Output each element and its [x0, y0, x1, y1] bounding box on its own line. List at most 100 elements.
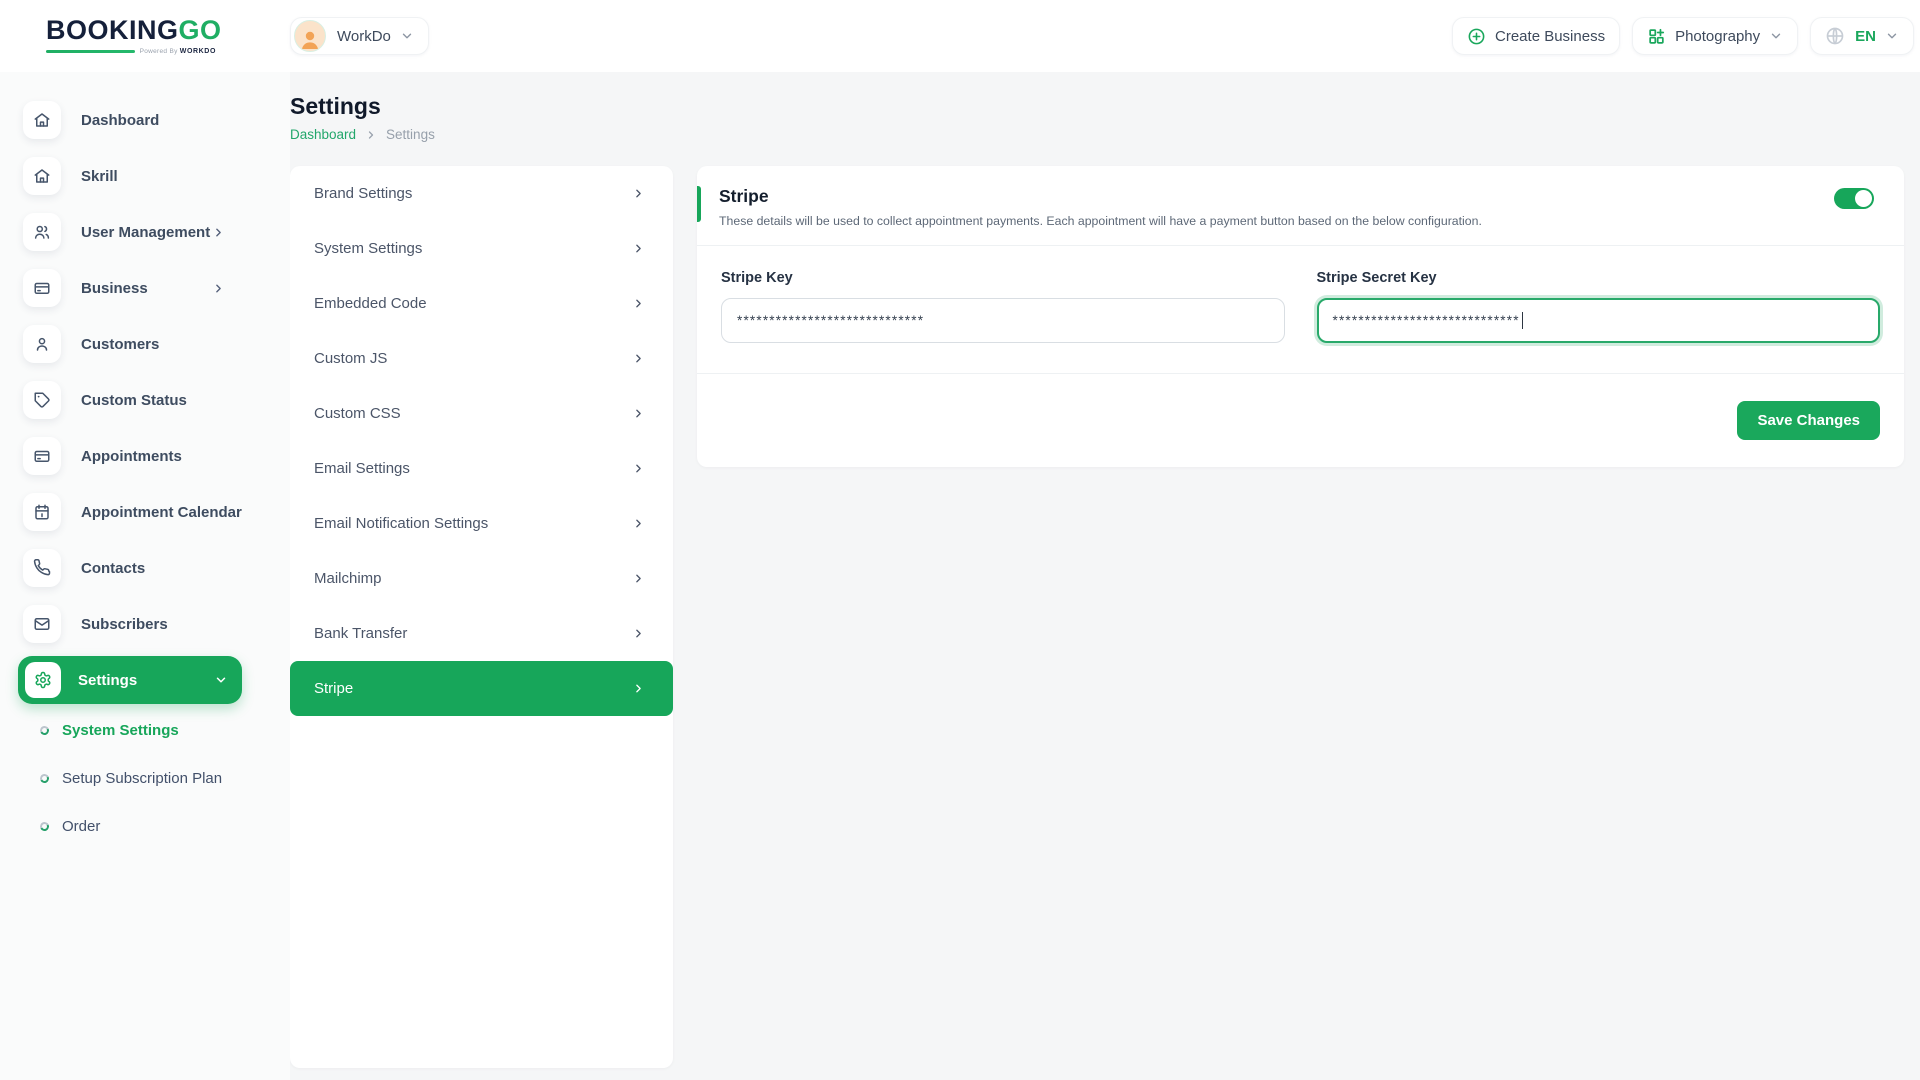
workspace-switcher[interactable]: WorkDo: [290, 17, 429, 55]
settings-menu-item-email-settings[interactable]: Email Settings: [290, 441, 673, 496]
stripe-secret-key-label: Stripe Secret Key: [1317, 270, 1881, 286]
globe-icon: [1825, 26, 1845, 46]
stripe-key-field: Stripe Key *****************************: [721, 270, 1285, 343]
tag-icon: [23, 381, 61, 419]
logo-booking: BOOKING: [46, 15, 179, 45]
app-logo[interactable]: BOOKINGGO Powered By WORKDO: [0, 17, 290, 55]
main-content: Settings Dashboard Settings Brand Settin…: [290, 72, 1920, 1080]
category-grid-icon: [1647, 27, 1666, 46]
sidebar-subitem-setup-subscription-plan[interactable]: Setup Subscription Plan: [0, 754, 290, 802]
home-icon: [23, 157, 61, 195]
accent-bar: [697, 186, 701, 222]
save-changes-button[interactable]: Save Changes: [1737, 401, 1880, 440]
stripe-panel-header: Stripe These details will be used to col…: [697, 166, 1904, 246]
chevron-right-icon: [632, 572, 645, 585]
avatar: [294, 20, 326, 52]
users-icon: [23, 213, 61, 251]
business-selector[interactable]: Photography: [1632, 17, 1798, 55]
settings-menu-item-system-settings[interactable]: System Settings: [290, 221, 673, 276]
language-label: EN: [1855, 28, 1876, 45]
sidebar-item-settings[interactable]: Settings: [18, 656, 242, 704]
sidebar-item-appointment-calendar[interactable]: Appointment Calendar: [0, 484, 290, 540]
sidebar-item-user-management[interactable]: User Management: [0, 204, 290, 260]
sidebar-item-subscribers[interactable]: Subscribers: [0, 596, 290, 652]
bullet-icon: [39, 820, 51, 832]
credit-card-icon: [23, 269, 61, 307]
sidebar-item-dashboard[interactable]: Dashboard: [0, 92, 290, 148]
toggle-knob: [1855, 190, 1872, 207]
sidebar-item-contacts[interactable]: Contacts: [0, 540, 290, 596]
settings-menu-item-brand-settings[interactable]: Brand Settings: [290, 166, 673, 221]
person-icon: [297, 27, 323, 51]
create-business-button[interactable]: Create Business: [1452, 17, 1620, 55]
sidebar-subitem-system-settings[interactable]: System Settings: [0, 706, 290, 754]
chevron-down-icon: [214, 673, 228, 687]
settings-menu-item-mailchimp[interactable]: Mailchimp: [290, 551, 673, 606]
settings-menu-item-email-notification-settings[interactable]: Email Notification Settings: [290, 496, 673, 551]
chevron-right-icon: [632, 462, 645, 475]
settings-menu-item-bank-transfer[interactable]: Bank Transfer: [290, 606, 673, 661]
settings-menu-item-custom-css[interactable]: Custom CSS: [290, 386, 673, 441]
chevron-right-icon: [365, 129, 377, 141]
breadcrumb: Dashboard Settings: [290, 127, 1904, 142]
home-icon: [23, 101, 61, 139]
stripe-panel-description: These details will be used to collect ap…: [719, 214, 1880, 228]
credit-card-icon: [23, 437, 61, 475]
business-selector-label: Photography: [1675, 28, 1760, 45]
logo-text: BOOKINGGO: [46, 17, 290, 44]
chevron-right-icon: [632, 242, 645, 255]
language-selector[interactable]: EN: [1810, 17, 1914, 55]
gear-icon: [25, 662, 61, 698]
settings-menu: Brand Settings System Settings Embedded …: [290, 166, 673, 1068]
chevron-right-icon: [632, 407, 645, 420]
sidebar-item-custom-status[interactable]: Custom Status: [0, 372, 290, 428]
workdo-brand-text: WORKDO: [180, 48, 216, 55]
stripe-panel-footer: Save Changes: [697, 373, 1904, 467]
chevron-right-icon: [212, 282, 225, 295]
chevron-right-icon: [632, 627, 645, 640]
sidebar: Dashboard Skrill User Management Busines…: [0, 72, 290, 1080]
bullet-icon: [39, 772, 51, 784]
mail-icon: [23, 605, 61, 643]
logo-go: GO: [179, 15, 222, 45]
user-icon: [23, 325, 61, 363]
settings-menu-item-stripe[interactable]: Stripe: [290, 661, 673, 716]
plus-circle-icon: [1467, 27, 1486, 46]
sidebar-item-appointments[interactable]: Appointments: [0, 428, 290, 484]
settings-menu-item-embedded-code[interactable]: Embedded Code: [290, 276, 673, 331]
stripe-panel-title: Stripe: [719, 186, 1880, 207]
chevron-down-icon: [1769, 29, 1783, 43]
chevron-down-icon: [1885, 29, 1899, 43]
settings-menu-item-custom-js[interactable]: Custom JS: [290, 331, 673, 386]
stripe-secret-key-field: Stripe Secret Key **********************…: [1317, 270, 1881, 343]
text-caret: [1522, 312, 1524, 329]
chevron-right-icon: [632, 682, 645, 695]
bullet-icon: [39, 724, 51, 736]
breadcrumb-dashboard-link[interactable]: Dashboard: [290, 127, 356, 142]
sidebar-item-skrill[interactable]: Skrill: [0, 148, 290, 204]
phone-icon: [23, 549, 61, 587]
stripe-key-label: Stripe Key: [721, 270, 1285, 286]
chevron-right-icon: [632, 352, 645, 365]
top-header: BOOKINGGO Powered By WORKDO WorkDo Creat…: [0, 0, 1920, 72]
stripe-secret-key-input[interactable]: *****************************: [1317, 298, 1881, 343]
stripe-panel-body: Stripe Key *****************************…: [697, 246, 1904, 373]
breadcrumb-current: Settings: [386, 127, 435, 142]
stripe-panel: Stripe These details will be used to col…: [697, 166, 1904, 467]
sidebar-item-business[interactable]: Business: [0, 260, 290, 316]
powered-by-text: Powered By: [140, 48, 178, 55]
calendar-icon: [23, 493, 61, 531]
create-business-label: Create Business: [1495, 28, 1605, 45]
stripe-enabled-toggle[interactable]: [1834, 188, 1874, 209]
page-title: Settings: [290, 93, 1904, 119]
chevron-right-icon: [632, 297, 645, 310]
sidebar-item-customers[interactable]: Customers: [0, 316, 290, 372]
logo-tagline: Powered By WORKDO: [46, 48, 216, 55]
logo-underline: [46, 50, 135, 53]
chevron-right-icon: [212, 226, 225, 239]
stripe-key-input[interactable]: *****************************: [721, 298, 1285, 343]
chevron-right-icon: [632, 187, 645, 200]
workspace-name: WorkDo: [337, 28, 391, 45]
sidebar-subitem-order[interactable]: Order: [0, 802, 290, 850]
chevron-down-icon: [400, 29, 414, 43]
